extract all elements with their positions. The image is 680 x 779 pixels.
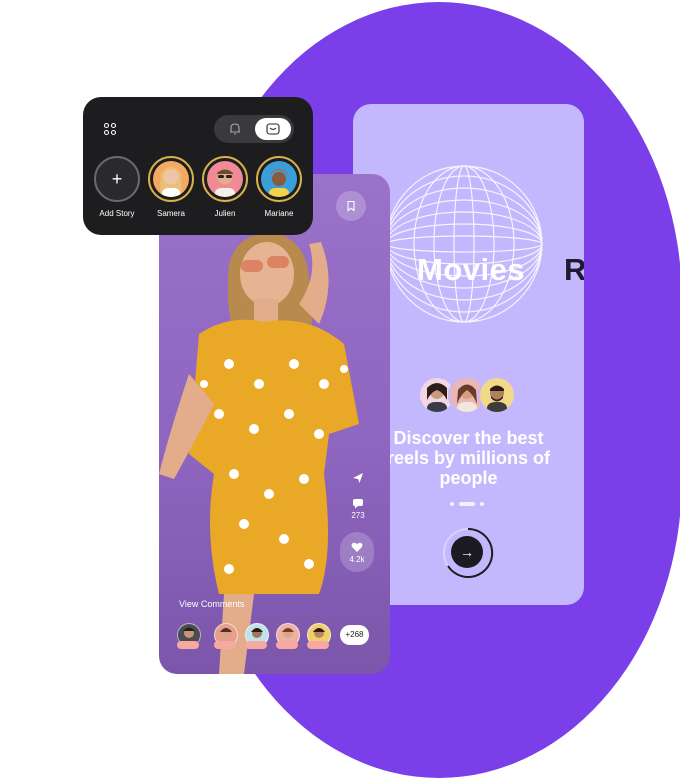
reel-screen: 273 4.2k View Comments +268	[159, 174, 390, 674]
commenter-avatars: +268	[177, 623, 377, 653]
heart-icon	[351, 542, 363, 552]
avatar	[478, 376, 516, 414]
comment-time-tag	[177, 641, 199, 649]
comment-time-tag	[214, 641, 236, 649]
like-button[interactable]: 4.2k	[340, 532, 374, 572]
story-label: Julien	[214, 209, 236, 218]
story-ring	[256, 156, 302, 202]
story-samera[interactable]: Samera	[148, 156, 194, 218]
story-label: Samera	[156, 209, 185, 218]
comments-button[interactable]: 273	[340, 498, 376, 520]
avatar	[153, 161, 189, 197]
story-julien[interactable]: Julien	[202, 156, 248, 218]
story-label: Add Story	[99, 209, 135, 218]
inbox-icon	[266, 123, 280, 135]
notifications-toggle[interactable]	[214, 115, 294, 143]
story-ring	[148, 156, 194, 202]
likes-count: 4.2k	[349, 555, 365, 564]
story-ring	[202, 156, 248, 202]
next-button-wrap: →	[441, 526, 495, 580]
grid-dots-icon[interactable]	[103, 122, 117, 136]
plus-icon: +	[111, 168, 123, 189]
pager-dot-active[interactable]	[459, 502, 475, 506]
share-button[interactable]	[340, 472, 376, 486]
avatar	[207, 161, 243, 197]
stories-card: + Add Story Samera Julien Mariane	[83, 97, 313, 235]
more-commenters-pill[interactable]: +268	[340, 625, 369, 645]
reel-actions: 273 4.2k	[340, 472, 376, 572]
inbox-toggle-active[interactable]	[255, 118, 291, 140]
comment-time-tag	[245, 641, 267, 649]
comment-time-tag	[307, 641, 329, 649]
add-story-button[interactable]: + Add Story	[94, 156, 140, 218]
view-comments-link[interactable]: View Comments	[179, 599, 244, 609]
globe-wireframe-graphic	[385, 165, 543, 323]
send-icon	[353, 473, 363, 483]
avatar	[261, 161, 297, 197]
comments-count: 273	[351, 511, 365, 520]
arrow-right-icon: →	[460, 544, 474, 560]
onboarding-title: Movies	[417, 252, 526, 287]
pager-dot[interactable]	[480, 502, 484, 506]
story-label: Mariane	[264, 209, 294, 218]
bookmark-button[interactable]	[336, 191, 366, 221]
add-story-ring: +	[94, 156, 140, 202]
bookmark-icon	[347, 200, 355, 212]
bell-icon[interactable]	[227, 121, 243, 137]
pager-dot[interactable]	[450, 502, 454, 506]
next-button[interactable]: →	[451, 536, 483, 568]
comment-icon	[353, 499, 363, 509]
comment-time-tag	[276, 641, 298, 649]
story-mariane[interactable]: Mariane	[256, 156, 302, 218]
next-title-peek: R	[564, 252, 584, 287]
pager-dots	[450, 502, 484, 506]
